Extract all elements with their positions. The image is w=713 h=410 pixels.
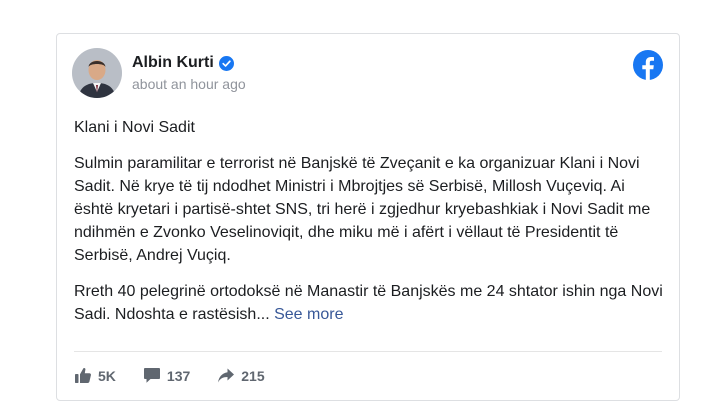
author-name[interactable]: Albin Kurti <box>132 54 214 72</box>
truncated-text: Rreth 40 pelegrinë ortodoksë në Manastir… <box>74 283 663 323</box>
post-timestamp[interactable]: about an hour ago <box>132 76 246 92</box>
post-text: Klani i Novi Sadit Sulmin paramilitar e … <box>74 116 666 339</box>
social-post-card: Albin Kurti about an hour ago Klani i No… <box>56 33 680 401</box>
like-button[interactable]: 5K <box>74 367 116 384</box>
share-button[interactable]: 215 <box>217 367 265 384</box>
like-count: 5K <box>98 367 116 384</box>
comment-bubble-icon <box>143 368 160 383</box>
post-paragraph: Sulmin paramilitar e terrorist në Banjsk… <box>74 155 651 264</box>
share-arrow-icon <box>218 368 235 383</box>
author-avatar[interactable] <box>72 48 122 98</box>
post-heading: Klani i Novi Sadit <box>74 119 195 136</box>
verified-badge-icon <box>218 55 234 71</box>
thumbs-up-icon <box>75 368 91 383</box>
see-more-link[interactable]: See more <box>274 306 343 323</box>
engagement-bar: 5K 137 215 <box>74 367 292 384</box>
comment-button[interactable]: 137 <box>143 367 190 384</box>
avatar-photo <box>72 48 122 98</box>
author-line: Albin Kurti <box>132 52 234 74</box>
share-count: 215 <box>241 367 265 384</box>
comment-count: 137 <box>166 367 191 384</box>
divider <box>74 351 662 352</box>
facebook-logo-icon[interactable] <box>633 50 663 80</box>
post-paragraph-truncated: Rreth 40 pelegrinë ortodoksë në Manastir… <box>74 280 666 326</box>
